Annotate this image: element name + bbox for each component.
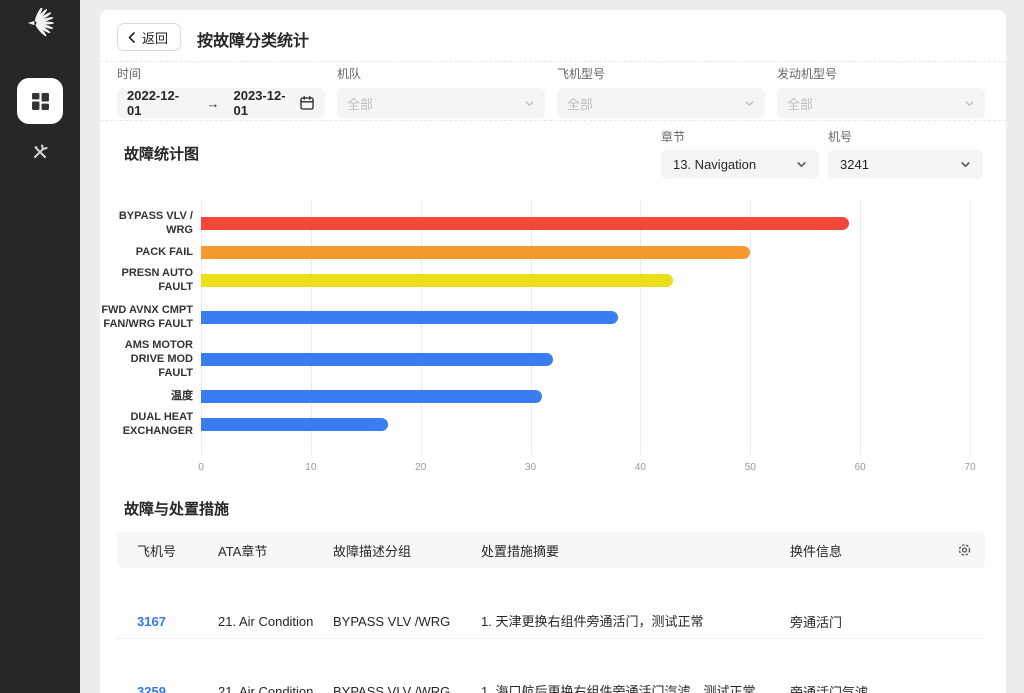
date-range-input[interactable]: 2022-12-01 → 2023-12-01 <box>117 88 325 118</box>
calendar-icon <box>299 95 315 111</box>
chart-category-label: PACK FAIL <box>100 245 193 259</box>
chapter-select-label: 章节 <box>661 128 819 145</box>
chart-bar[interactable] <box>201 418 388 431</box>
tools-icon <box>30 141 50 161</box>
filter-aircraft-model: 飞机型号 全部 <box>557 65 765 118</box>
chart-axis-tick: 10 <box>291 462 331 473</box>
filter-time: 时间 2022-12-01 → 2023-12-01 <box>117 65 325 118</box>
filter-fleet: 机队 全部 <box>337 65 545 118</box>
chart-gridline <box>201 200 202 455</box>
chart-category-label: BYPASS VLV /WRG <box>100 209 193 237</box>
chart-bar[interactable] <box>201 353 553 366</box>
chevron-down-icon <box>960 159 971 170</box>
header-divider <box>100 61 1006 62</box>
table-settings-button[interactable] <box>957 543 972 558</box>
chevron-down-icon <box>964 98 975 109</box>
chevron-left-icon <box>127 32 137 43</box>
page-title: 按故障分类统计 <box>197 27 309 51</box>
chevron-down-icon <box>796 159 807 170</box>
chart-axis-tick: 60 <box>840 462 880 473</box>
chart-gridline <box>750 200 751 455</box>
cell-fault-group: BYPASS VLV /WRG <box>333 684 481 693</box>
chapter-select-value: 13. Navigation <box>673 157 756 172</box>
back-button-label: 返回 <box>142 28 168 47</box>
chart-axis-tick: 0 <box>181 462 221 473</box>
sidebar <box>0 0 80 693</box>
filter-engine-model-label: 发动机型号 <box>777 65 985 82</box>
cell-ata-chapter: 21. Air Condition <box>218 684 333 693</box>
fleet-select[interactable]: 全部 <box>337 88 545 118</box>
chart-axis-tick: 40 <box>620 462 660 473</box>
chart-gridline <box>531 200 532 455</box>
chart-gridline <box>640 200 641 455</box>
col-header-group: 故障描述分组 <box>333 541 481 560</box>
chapter-select-group: 章节 13. Navigation <box>661 128 819 179</box>
chart-category-label: FWD AVNX CMPTFAN/WRG FAULT <box>100 303 193 331</box>
aircraft-model-select[interactable]: 全部 <box>557 88 765 118</box>
cell-parts-info: 旁通活门 <box>790 612 985 631</box>
chart-axis-tick: 50 <box>730 462 770 473</box>
col-header-ata: ATA章节 <box>218 541 333 560</box>
chart-category-label: DUAL HEATEXCHANGER <box>100 410 193 438</box>
cell-ata-chapter: 21. Air Condition <box>218 614 333 629</box>
date-end-value: 2023-12-01 <box>234 88 300 118</box>
filter-engine-model: 发动机型号 全部 <box>777 65 985 118</box>
col-header-summary: 处置措施摘要 <box>481 541 790 560</box>
main-panel: 返回 按故障分类统计 时间 2022-12-01 → 2023-12-01 机队 <box>100 10 1006 693</box>
chevron-down-icon <box>524 98 535 109</box>
sidebar-item-tools[interactable] <box>0 141 80 161</box>
aircraft-model-select-value: 全部 <box>567 94 593 113</box>
date-range-arrow-icon: → <box>207 96 220 111</box>
engine-model-select[interactable]: 全部 <box>777 88 985 118</box>
chart-bar[interactable] <box>201 217 849 230</box>
chart-axis-tick: 70 <box>950 462 990 473</box>
cell-aircraft-link[interactable]: 3259 <box>137 684 218 693</box>
filter-fleet-label: 机队 <box>337 65 545 82</box>
cell-aircraft-link[interactable]: 3167 <box>137 614 218 629</box>
filter-aircraft-model-label: 飞机型号 <box>557 65 765 82</box>
chapter-select[interactable]: 13. Navigation <box>661 150 819 179</box>
back-button[interactable]: 返回 <box>117 23 181 51</box>
chart-gridline <box>421 200 422 455</box>
fleet-select-value: 全部 <box>347 94 373 113</box>
airline-logo-icon <box>0 8 80 38</box>
chart-axis-tick: 30 <box>511 462 551 473</box>
chart-bar[interactable] <box>201 274 673 287</box>
tail-number-select-value: 3241 <box>840 157 869 172</box>
chart-bar[interactable] <box>201 311 618 324</box>
chart-bar[interactable] <box>201 390 542 403</box>
chart-gridline <box>970 200 971 455</box>
engine-model-select-value: 全部 <box>787 94 813 113</box>
cell-action-summary: 1. 海口航后更换右组件旁通活门汽滤，测试正常。 <box>481 683 790 693</box>
tail-number-select[interactable]: 3241 <box>828 150 983 179</box>
chart-gridline <box>311 200 312 455</box>
filter-time-label: 时间 <box>117 65 325 82</box>
chart-category-label: 温度 <box>100 389 193 403</box>
tail-number-select-group: 机号 3241 <box>828 128 983 179</box>
col-header-aircraft: 飞机号 <box>137 541 218 560</box>
chart-category-label: AMS MOTORDRIVE MODFAULT <box>100 338 193 380</box>
chart-gridline <box>860 200 861 455</box>
date-start-value: 2022-12-01 <box>127 88 193 118</box>
table-section-title: 故障与处置措施 <box>124 498 229 519</box>
chart-axis-tick: 20 <box>401 462 441 473</box>
table-header: 飞机号 ATA章节 故障描述分组 处置措施摘要 换件信息 <box>117 532 985 568</box>
table-row: 316721. Air ConditionBYPASS VLV /WRG1. 天… <box>117 604 985 639</box>
cell-parts-info: 旁通活门气滤 <box>790 682 985 693</box>
chevron-down-icon <box>744 98 755 109</box>
chart-section-title: 故障统计图 <box>124 143 199 164</box>
col-header-parts: 换件信息 <box>790 541 985 560</box>
dashboard-icon <box>31 92 50 111</box>
gear-icon <box>957 543 972 558</box>
cell-fault-group: BYPASS VLV /WRG <box>333 614 481 629</box>
chart-category-label: PRESN AUTOFAULT <box>100 266 193 294</box>
cell-action-summary: 1. 天津更换右组件旁通活门，测试正常 <box>481 613 790 630</box>
bar-chart: 010203040506070 <box>201 200 970 455</box>
filter-divider <box>100 120 1006 121</box>
tail-number-select-label: 机号 <box>828 128 983 145</box>
chart-bar[interactable] <box>201 246 750 259</box>
table-row: 325921. Air ConditionBYPASS VLV /WRG1. 海… <box>117 674 985 693</box>
sidebar-item-dashboard[interactable] <box>17 78 63 124</box>
